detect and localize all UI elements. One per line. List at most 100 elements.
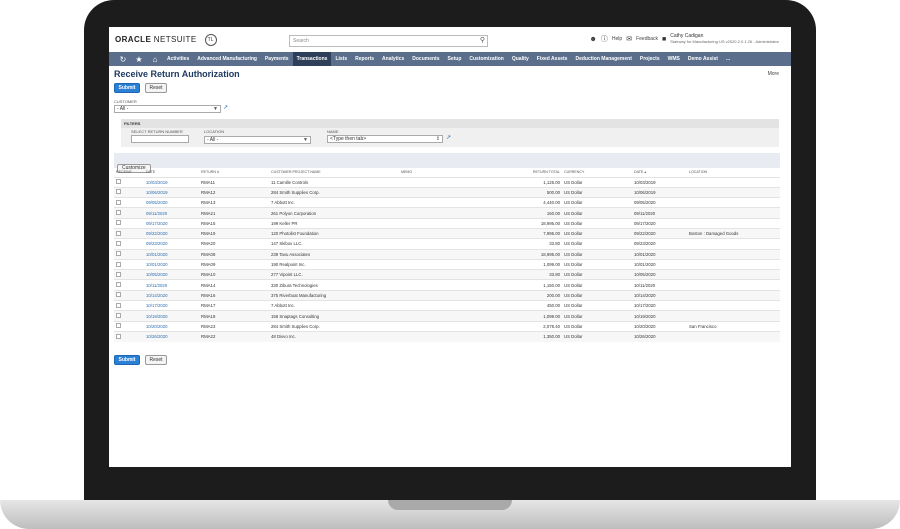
column-header[interactable]: Date bbox=[144, 168, 199, 177]
nav-item-customization[interactable]: Customization bbox=[465, 52, 507, 66]
submit-button-top[interactable]: Submit bbox=[114, 83, 140, 93]
column-header[interactable]: Return # bbox=[199, 168, 269, 177]
receive-checkbox[interactable] bbox=[116, 210, 121, 216]
table-cell: RMA20 bbox=[199, 238, 269, 250]
nav-item-demo-assist[interactable]: Demo Assist bbox=[684, 52, 722, 66]
receive-checkbox[interactable] bbox=[116, 333, 121, 339]
reset-button-bottom[interactable]: Reset bbox=[145, 355, 167, 365]
submit-button-bottom[interactable]: Submit bbox=[114, 355, 140, 365]
nav-item-lists[interactable]: Lists bbox=[331, 52, 351, 66]
table-cell: 199 Keller PR bbox=[269, 217, 399, 229]
user-menu[interactable]: Cathy Cadigan Stairway for Manufacturing… bbox=[670, 33, 779, 45]
feedback-link[interactable]: Feedback bbox=[636, 36, 658, 42]
date-link[interactable]: 10/03/2019 bbox=[144, 176, 199, 188]
shortcuts-star-icon[interactable]: ★ bbox=[131, 55, 147, 64]
table-cell: RMA09 bbox=[199, 258, 269, 270]
receive-checkbox[interactable] bbox=[116, 302, 121, 308]
date-link[interactable]: 10/19/2020 bbox=[144, 310, 199, 322]
table-cell: 7 Abbott Inc. bbox=[269, 300, 399, 311]
table-cell: 09/23/2020 bbox=[632, 238, 687, 250]
filters-header[interactable]: FILTERS bbox=[121, 119, 779, 128]
receive-checkbox[interactable] bbox=[116, 261, 121, 267]
column-header[interactable]: Date ▴ bbox=[632, 168, 687, 177]
column-header[interactable]: Memo bbox=[399, 168, 504, 177]
date-link[interactable]: 10/14/2020 bbox=[144, 289, 199, 301]
customer-select[interactable]: - All - ▼ bbox=[114, 105, 221, 113]
reset-button-top[interactable]: Reset bbox=[145, 83, 167, 93]
column-header[interactable]: Customer:Project Name bbox=[269, 168, 399, 177]
nav-item-reports[interactable]: Reports bbox=[351, 52, 378, 66]
date-link[interactable]: 10/26/2020 bbox=[144, 330, 199, 342]
recent-users-icon[interactable]: ☻ bbox=[590, 36, 597, 43]
date-link[interactable]: 10/11/2020 bbox=[144, 279, 199, 291]
nav-item-setup[interactable]: Setup bbox=[444, 52, 466, 66]
receive-checkbox[interactable] bbox=[116, 179, 121, 185]
receive-checkbox[interactable] bbox=[116, 251, 121, 257]
role-icon[interactable]: ■ bbox=[662, 36, 666, 43]
return-number-input[interactable] bbox=[131, 135, 189, 143]
nav-item-fixed-assets[interactable]: Fixed Assets bbox=[533, 52, 572, 66]
date-link[interactable]: 10/17/2020 bbox=[144, 300, 199, 311]
more-link[interactable]: More bbox=[768, 71, 779, 77]
nav-item-quality[interactable]: Quality bbox=[508, 52, 533, 66]
receive-checkbox[interactable] bbox=[116, 220, 121, 226]
feedback-icon[interactable]: ✉ bbox=[626, 35, 632, 43]
table-cell bbox=[687, 330, 780, 342]
date-link[interactable]: 10/01/2020 bbox=[144, 248, 199, 260]
global-search-input[interactable]: Search ⚲ bbox=[289, 35, 488, 47]
date-link[interactable]: 10/06/2019 bbox=[144, 186, 199, 198]
column-header[interactable]: Currency bbox=[562, 168, 632, 177]
table-cell: US Dollar bbox=[562, 186, 632, 198]
receive-checkbox[interactable] bbox=[116, 240, 121, 246]
table-cell: RMA22 bbox=[199, 330, 269, 342]
table-cell bbox=[399, 197, 504, 208]
receive-checkbox[interactable] bbox=[116, 189, 121, 195]
search-icon[interactable]: ⚲ bbox=[480, 37, 485, 45]
help-link[interactable]: Help bbox=[612, 36, 622, 42]
chevron-down-icon: ▼ bbox=[213, 106, 218, 112]
receive-checkbox[interactable] bbox=[116, 230, 121, 236]
name-input[interactable]: <Type then tab> ⇕ bbox=[327, 135, 443, 143]
location-select[interactable]: - All - ▼ bbox=[204, 136, 311, 144]
date-link[interactable]: 10/05/2020 bbox=[144, 269, 199, 280]
nav-item-advanced-manufacturing[interactable]: Advanced Manufacturing bbox=[193, 52, 261, 66]
nav-item-[interactable]: ... bbox=[722, 52, 734, 66]
table-row: 10/26/2020 RMA22 48 Divvo Inc. 1,350.00 US D… bbox=[114, 330, 780, 342]
receive-checkbox[interactable] bbox=[116, 271, 121, 277]
nav-item-transactions[interactable]: Transactions bbox=[292, 52, 332, 66]
nav-item-deduction-management[interactable]: Deduction Management bbox=[571, 52, 635, 66]
date-link[interactable]: 09/11/2020 bbox=[144, 207, 199, 219]
receive-checkbox[interactable] bbox=[116, 313, 121, 318]
nav-item-wms[interactable]: WMS bbox=[664, 52, 684, 66]
open-customer-icon[interactable]: ↗ bbox=[223, 104, 228, 111]
date-link[interactable]: 09/23/2020 bbox=[144, 238, 199, 250]
table-cell bbox=[687, 197, 780, 208]
table-cell: US Dollar bbox=[562, 238, 632, 250]
logo[interactable]: ORACLE NETSUITE bbox=[115, 35, 197, 44]
table-cell: US Dollar bbox=[562, 248, 632, 260]
date-link[interactable]: 10/20/2020 bbox=[144, 320, 199, 332]
home-icon[interactable]: ⌂ bbox=[147, 55, 163, 64]
list-icon[interactable]: ⇕ bbox=[436, 136, 440, 142]
date-link[interactable]: 10/01/2020 bbox=[144, 258, 199, 270]
nav-item-activities[interactable]: Activities bbox=[163, 52, 193, 66]
date-link[interactable]: 09/05/2020 bbox=[144, 197, 199, 208]
column-header[interactable]: Return Total bbox=[504, 168, 562, 177]
open-name-icon[interactable]: ↗ bbox=[446, 134, 451, 141]
recent-records-icon[interactable]: ↻ bbox=[115, 55, 131, 64]
receive-checkbox[interactable] bbox=[116, 199, 121, 205]
date-link[interactable]: 09/17/2020 bbox=[144, 217, 199, 229]
nav-item-analytics[interactable]: Analytics bbox=[378, 52, 408, 66]
nav-item-payments[interactable]: Payments bbox=[261, 52, 293, 66]
nav-item-projects[interactable]: Projects bbox=[636, 52, 664, 66]
customer-label: CUSTOMER bbox=[114, 99, 137, 104]
receive-cell bbox=[114, 248, 144, 260]
receive-checkbox[interactable] bbox=[116, 282, 121, 288]
date-link[interactable]: 09/22/2020 bbox=[144, 227, 199, 239]
column-header[interactable]: Location bbox=[687, 168, 780, 177]
help-icon[interactable]: ⓘ bbox=[601, 34, 608, 44]
nav-item-documents[interactable]: Documents bbox=[408, 52, 443, 66]
receive-checkbox[interactable] bbox=[116, 292, 121, 298]
receive-checkbox[interactable] bbox=[116, 323, 121, 329]
table-cell bbox=[399, 279, 504, 291]
